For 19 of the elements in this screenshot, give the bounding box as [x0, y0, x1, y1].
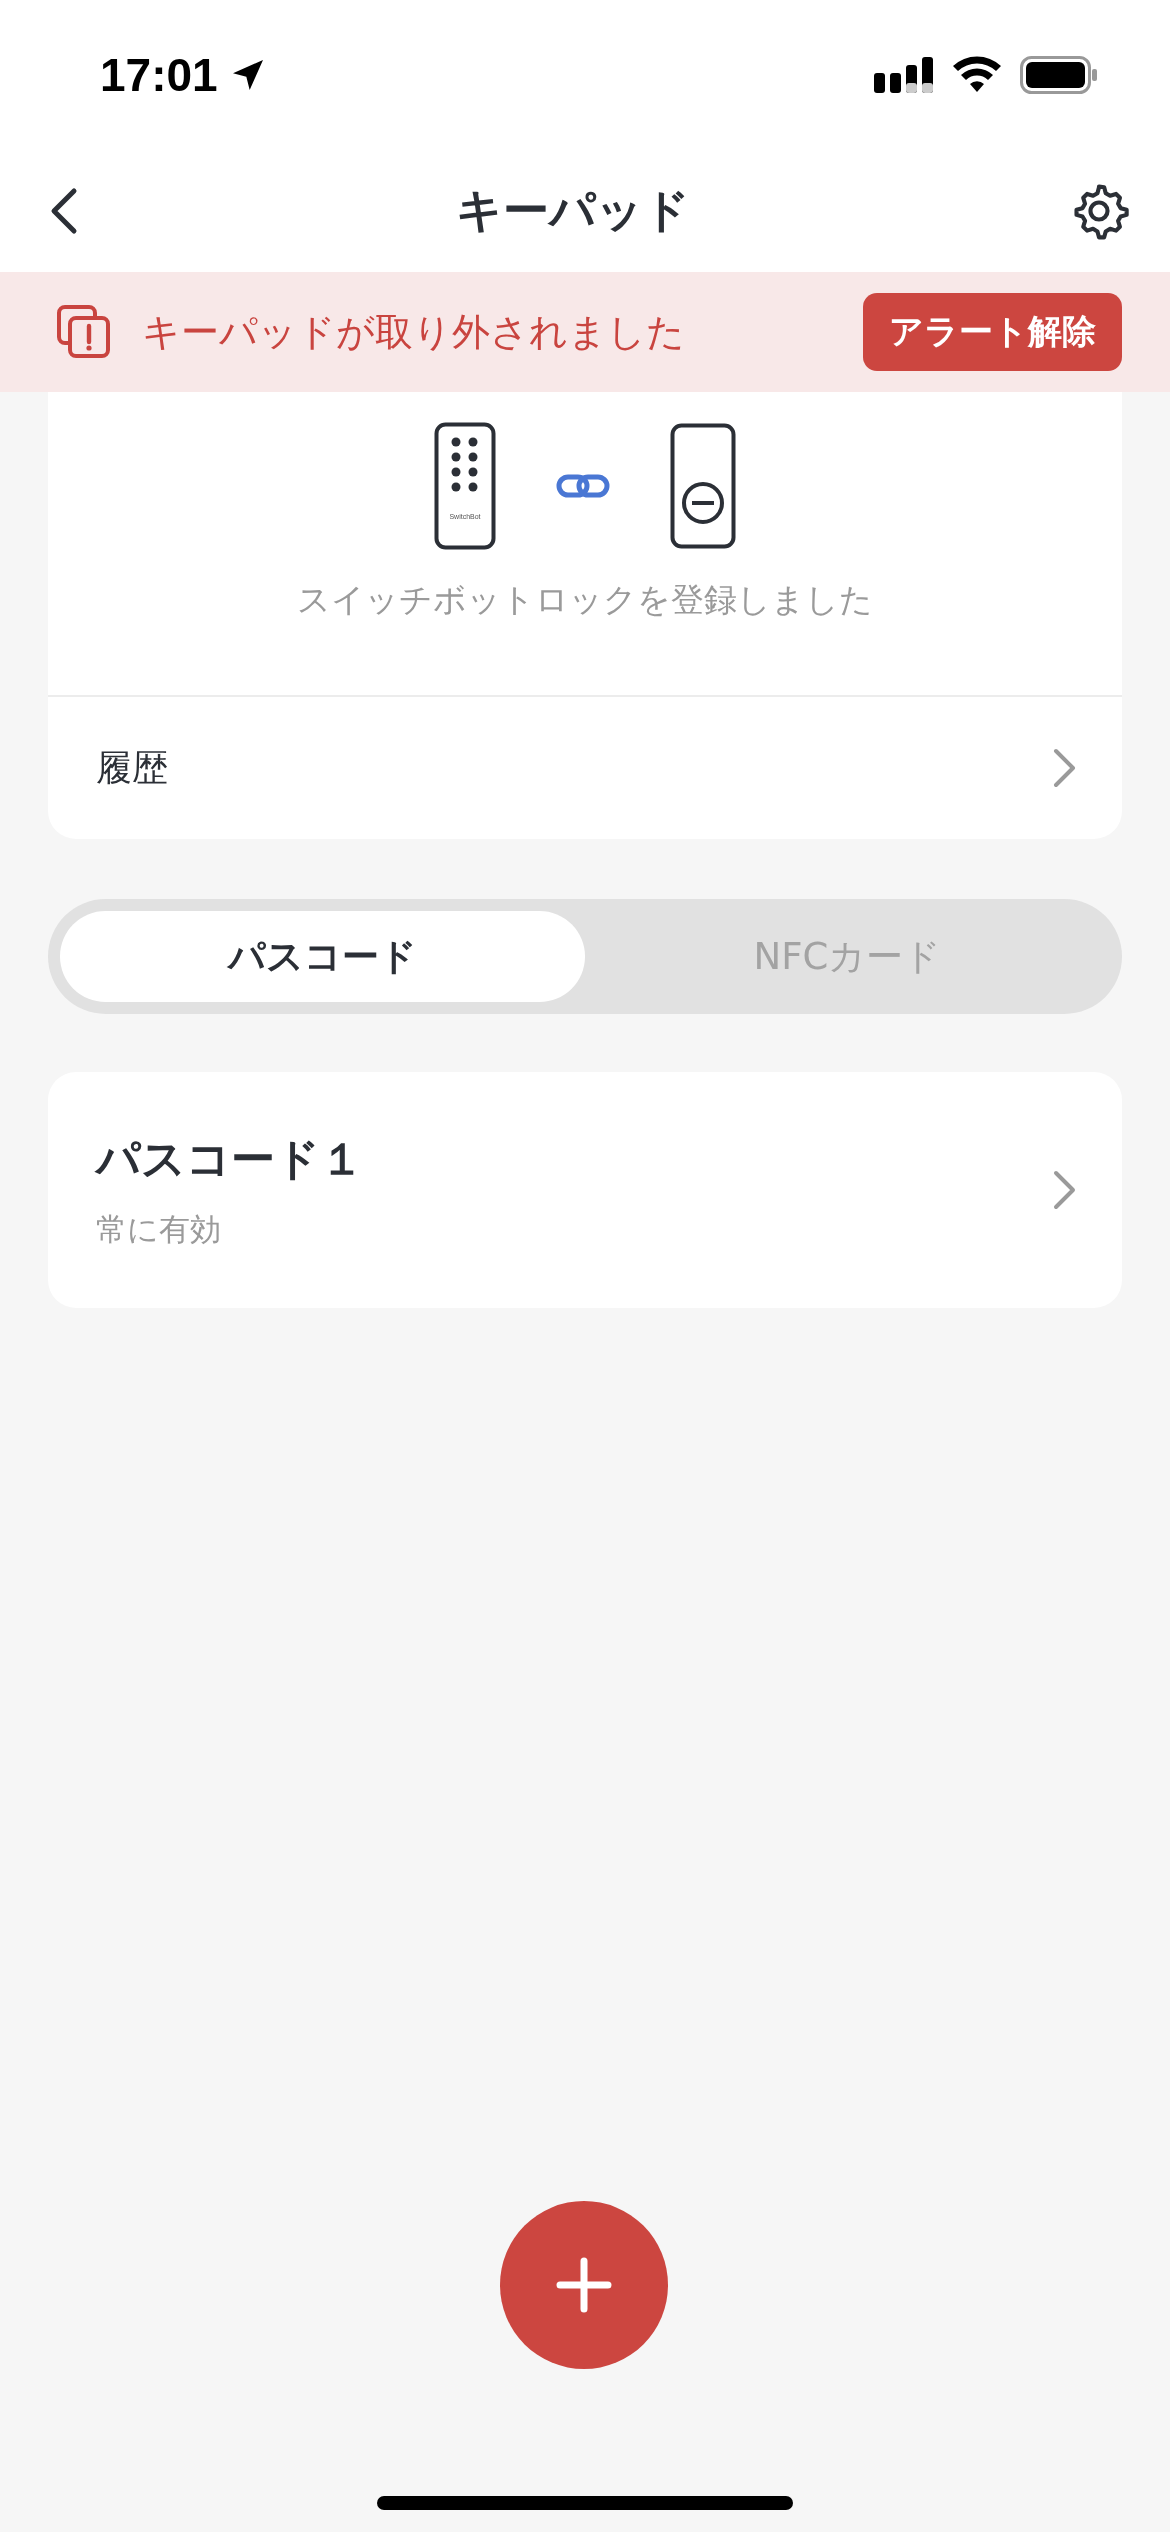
- alert-icon: [56, 304, 112, 360]
- wifi-icon: [952, 56, 1002, 94]
- chevron-right-icon: [1052, 747, 1078, 789]
- passcode-card[interactable]: パスコード１ 常に有効: [48, 1072, 1122, 1308]
- signal-icon: [874, 55, 934, 95]
- pairing-caption: スイッチボットロックを登録しました: [296, 579, 874, 621]
- history-row[interactable]: 履歴: [48, 695, 1122, 839]
- chevron-right-icon: [1052, 1169, 1078, 1211]
- clock-time: 17:01: [100, 48, 268, 102]
- plus-icon: [554, 2255, 614, 2315]
- passcode-validity: 常に有効: [96, 1209, 222, 1249]
- passcode-name: パスコード１: [96, 1131, 364, 1186]
- page-title: キーパッド: [456, 182, 690, 239]
- history-label: 履歴: [96, 745, 168, 790]
- dismiss-alert-button[interactable]: アラート解除: [863, 293, 1122, 371]
- link-icon: [556, 474, 610, 498]
- alert-message: キーパッドが取り外されました: [142, 308, 686, 356]
- tab[interactable]: パスコード: [60, 911, 585, 1002]
- battery-icon: [1020, 56, 1098, 94]
